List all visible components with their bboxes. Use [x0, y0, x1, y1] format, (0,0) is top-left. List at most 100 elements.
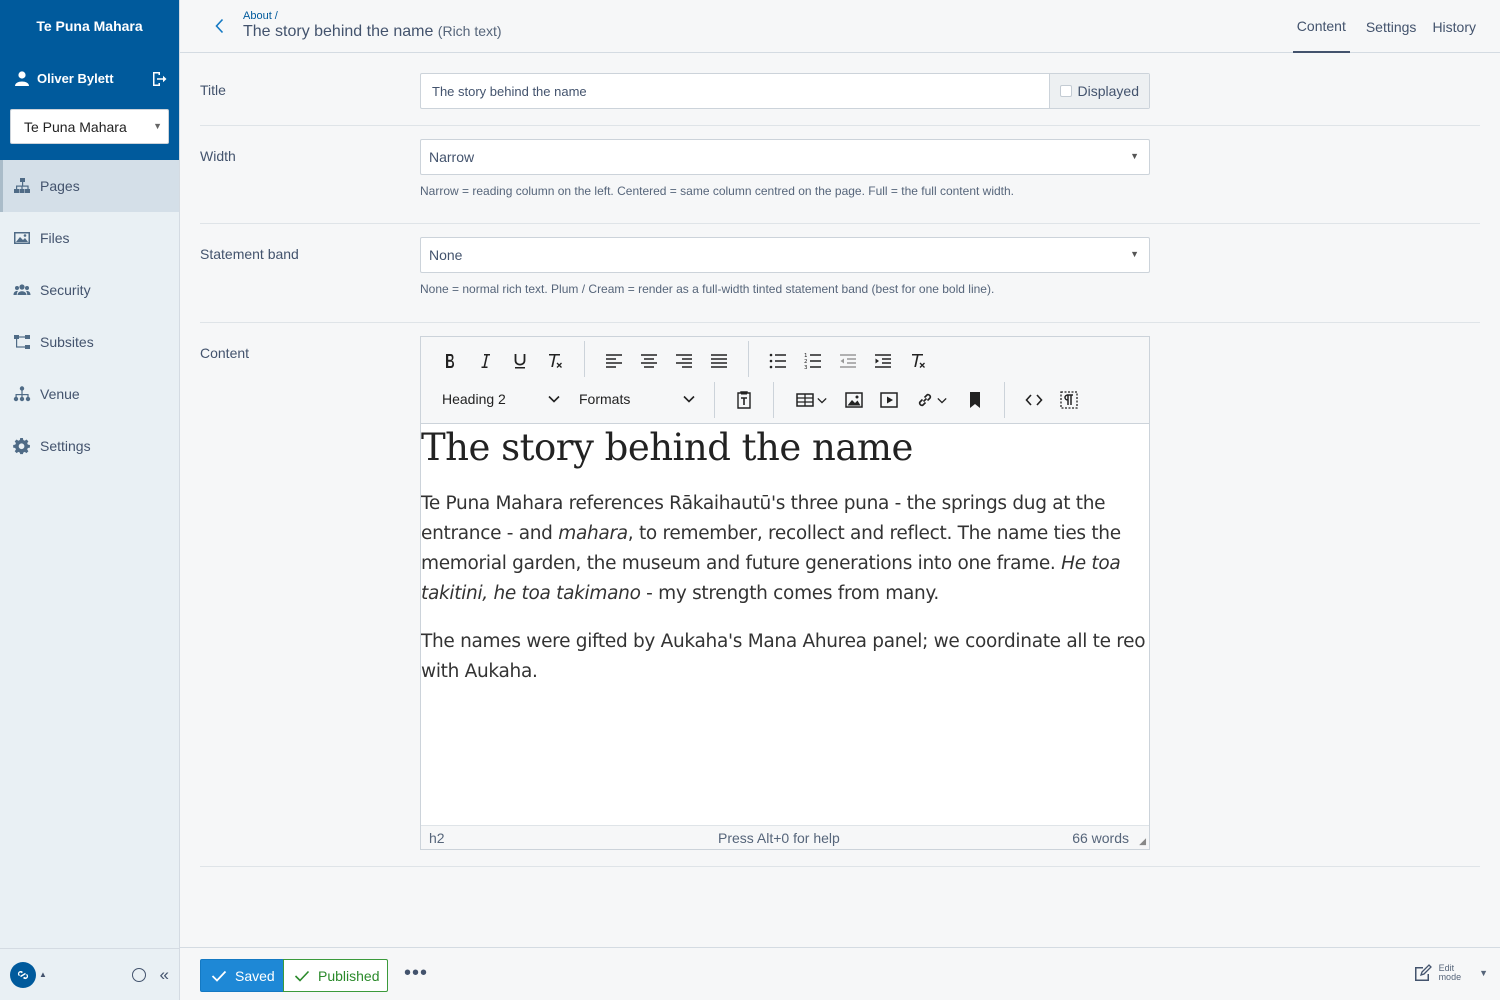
preview-toggle-icon[interactable] — [131, 967, 146, 982]
numbered-list-button[interactable]: 123 — [800, 348, 826, 374]
statement-band-field-row: Statement band None ▼ None = normal rich… — [200, 224, 1480, 323]
bullet-list-button[interactable] — [765, 348, 791, 374]
sidebar-item-security[interactable]: Security — [0, 264, 179, 316]
back-arrow-icon[interactable] — [210, 16, 230, 36]
align-center-button[interactable] — [636, 348, 662, 374]
block-format-dropdown[interactable]: Heading 2 — [442, 391, 560, 407]
sitemap-icon — [14, 178, 30, 193]
width-field-row: Width Narrow ▼ Narrow = reading column o… — [200, 126, 1480, 224]
paste-as-text-button[interactable] — [731, 387, 757, 413]
content-label: Content — [200, 345, 250, 361]
brand-title[interactable]: Te Puna Mahara — [0, 0, 179, 52]
toolbar-separator — [748, 341, 749, 377]
underline-button[interactable] — [507, 348, 533, 374]
align-left-button[interactable] — [601, 348, 627, 374]
displayed-checkbox[interactable]: Displayed — [1048, 74, 1149, 108]
statement-band-label: Statement band — [200, 246, 299, 262]
edit-mode-label: Edit mode — [1438, 963, 1462, 982]
check-icon — [294, 970, 310, 982]
outdent-button[interactable] — [835, 348, 861, 374]
element-path[interactable]: h2 — [429, 830, 445, 846]
insert-media-button[interactable] — [876, 387, 902, 413]
published-label: Published — [318, 967, 380, 984]
width-help-text: Narrow = reading column on the left. Cen… — [420, 184, 1015, 198]
main-nav: Pages Files Security Subsites Venue Sett… — [0, 160, 179, 472]
sidebar-item-pages[interactable]: Pages — [0, 160, 179, 212]
saved-button[interactable]: Saved — [200, 959, 284, 992]
align-justify-icon — [711, 354, 727, 368]
caret-down-icon: ▼ — [1130, 249, 1139, 259]
formats-dropdown[interactable]: Formats — [579, 391, 695, 407]
sidebar-item-files[interactable]: Files — [0, 212, 179, 264]
tab-content[interactable]: Content — [1292, 0, 1350, 53]
chevron-down-icon — [937, 397, 947, 404]
show-blocks-icon — [1060, 391, 1078, 409]
sidebar-item-venue[interactable]: Venue — [0, 368, 179, 420]
word-count: 66 words — [1072, 829, 1129, 846]
editor-toolbar: 123 Heading 2 Formats — [421, 337, 1149, 424]
anchor-button[interactable] — [962, 387, 988, 413]
venue-icon — [13, 386, 31, 402]
chevron-down-icon — [683, 395, 695, 403]
edit-mode-toggle[interactable]: Edit mode ▼ — [1413, 964, 1488, 982]
svg-text:3: 3 — [804, 365, 808, 371]
title-input[interactable]: The story behind the name Displayed — [420, 73, 1150, 109]
published-button[interactable]: Published — [283, 959, 388, 992]
content-heading: The story behind the name — [421, 426, 913, 469]
link-icon — [918, 393, 932, 407]
paste-text-icon — [737, 391, 751, 409]
sidebar-item-subsites[interactable]: Subsites — [0, 316, 179, 368]
content-paragraph-2: The names were gifted by Aukaha's Mana A… — [421, 631, 1146, 682]
subsite-select-value: Te Puna Mahara — [24, 118, 127, 135]
subsite-area: Te Puna Mahara ▼ — [0, 105, 179, 160]
edit-form: Title The story behind the name Displaye… — [200, 53, 1480, 867]
clear-formatting-button[interactable] — [542, 348, 568, 374]
media-icon — [880, 392, 898, 408]
width-select[interactable]: Narrow ▼ — [420, 139, 1150, 175]
logout-icon[interactable] — [151, 71, 167, 87]
user-icon — [15, 71, 29, 86]
tab-settings[interactable]: Settings — [1358, 0, 1425, 53]
subsite-select[interactable]: Te Puna Mahara ▼ — [10, 109, 169, 144]
width-label: Width — [200, 148, 236, 164]
resize-grip-icon[interactable]: ◢ — [1139, 836, 1146, 847]
editor-statusbar: h2 Press Alt+0 for help 66 words ◢ — [421, 825, 1149, 849]
statement-band-help-text: None = normal rich text. Plum / Cream = … — [420, 282, 995, 296]
collapse-sidebar-button[interactable]: « — [160, 965, 169, 985]
checkbox-icon[interactable] — [1059, 85, 1072, 97]
breadcrumb: About / The story behind the name (Rich … — [243, 10, 502, 41]
source-code-button[interactable] — [1021, 387, 1047, 413]
sidebar-item-label: Pages — [40, 178, 80, 194]
remove-format-button[interactable] — [905, 348, 931, 374]
editor-content-area[interactable]: The story behind the name Te Puna Mahara… — [421, 424, 1149, 825]
caret-down-icon: ▼ — [1479, 968, 1488, 978]
table-button[interactable] — [791, 387, 831, 413]
show-blocks-button[interactable] — [1056, 387, 1082, 413]
clear-formatting-icon — [549, 354, 562, 368]
insert-image-button[interactable] — [841, 387, 867, 413]
silverstripe-logo-icon[interactable] — [10, 961, 36, 988]
bold-button[interactable] — [437, 348, 463, 374]
image-icon — [845, 392, 863, 408]
action-footer: Saved Published ••• Edit mode ▼ — [180, 947, 1500, 1000]
sidebar-item-settings[interactable]: Settings — [0, 420, 179, 472]
caret-up-icon[interactable]: ▲ — [39, 970, 47, 979]
align-justify-button[interactable] — [706, 348, 732, 374]
breadcrumb-link-about[interactable]: About / — [243, 10, 502, 22]
statement-band-select[interactable]: None ▼ — [420, 237, 1150, 273]
align-right-button[interactable] — [671, 348, 697, 374]
align-left-icon — [606, 354, 622, 368]
saved-label: Saved — [235, 967, 275, 984]
italic-button[interactable] — [472, 348, 498, 374]
insert-link-button[interactable] — [911, 387, 951, 413]
edit-icon — [1414, 964, 1432, 981]
more-options-button[interactable]: ••• — [404, 962, 428, 985]
indent-button[interactable] — [870, 348, 896, 374]
page-type-label: (Rich text) — [437, 23, 502, 39]
bold-icon — [446, 354, 455, 368]
block-format-value: Heading 2 — [442, 391, 506, 407]
width-select-value: Narrow — [429, 149, 475, 165]
numbered-list-icon: 123 — [804, 353, 821, 371]
user-name[interactable]: Oliver Bylett — [37, 71, 151, 86]
tab-history[interactable]: History — [1424, 0, 1484, 53]
